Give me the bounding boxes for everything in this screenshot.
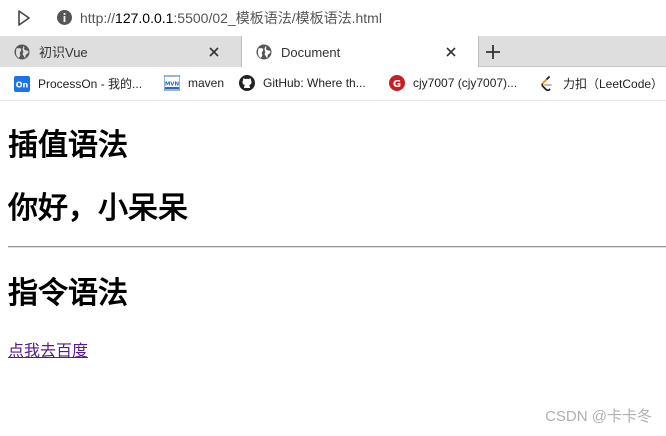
url-path: :5500/02_模板语法/模板语法.html [173, 10, 382, 26]
url-host: 127.0.0.1 [115, 10, 174, 26]
processon-icon-text: On [16, 80, 29, 89]
gitee-icon: G [389, 75, 405, 91]
leetcode-icon [541, 75, 552, 91]
bookmarks-bar: On ProcessOn - 我的... MVN maven GitHub: W… [0, 67, 666, 101]
bookmark-label: maven [188, 76, 225, 90]
url-field[interactable]: http://127.0.0.1:5500/02_模板语法/模板语法.html [80, 9, 382, 27]
play-icon[interactable] [18, 10, 30, 26]
globe-icon [256, 44, 272, 60]
bookmark-processon[interactable]: On ProcessOn - 我的... [14, 75, 142, 92]
url-prefix: http:// [80, 10, 116, 26]
baidu-link[interactable]: 点我去百度 [8, 337, 88, 361]
bookmark-github[interactable]: GitHub: Where th... [239, 75, 366, 91]
tab-chushi-vue[interactable]: 初识Vue [0, 36, 242, 67]
heading-interpolation: 插值语法 [8, 128, 128, 163]
bookmark-maven[interactable]: MVN maven [164, 75, 224, 91]
github-icon [239, 75, 255, 91]
address-bar: http://127.0.0.1:5500/02_模板语法/模板语法.html [0, 0, 666, 36]
bookmark-label: ProcessOn - 我的... [38, 77, 143, 91]
bookmark-label: cjy7007 (cjy7007)... [413, 76, 518, 90]
maven-icon-text: MVN [165, 82, 180, 88]
tab-label: Document [281, 44, 341, 60]
heading-directive: 指令语法 [8, 276, 128, 311]
close-icon[interactable] [444, 45, 458, 59]
gitee-icon-text: G [393, 79, 401, 90]
tab-label: 初识Vue [39, 45, 88, 60]
bookmark-leetcode[interactable]: 力扣（LeetCode） [539, 75, 663, 92]
greeting-heading: 你好，小呆呆 [8, 191, 188, 226]
bookmark-gitee[interactable]: G cjy7007 (cjy7007)... [389, 75, 517, 91]
info-icon[interactable] [56, 9, 73, 26]
plus-icon[interactable] [484, 43, 502, 61]
watermark: CSDN @卡卡冬 [545, 408, 652, 425]
tab-strip: 初识Vue Document [0, 36, 666, 68]
close-icon[interactable] [207, 45, 221, 59]
globe-icon [14, 44, 30, 59]
bookmark-label: GitHub: Where th... [263, 76, 366, 90]
tab-document[interactable]: Document [242, 36, 479, 68]
processon-icon: On [14, 75, 30, 92]
divider [8, 246, 666, 248]
bookmark-label: 力扣（LeetCode） [563, 77, 664, 91]
maven-icon: MVN [164, 75, 180, 91]
